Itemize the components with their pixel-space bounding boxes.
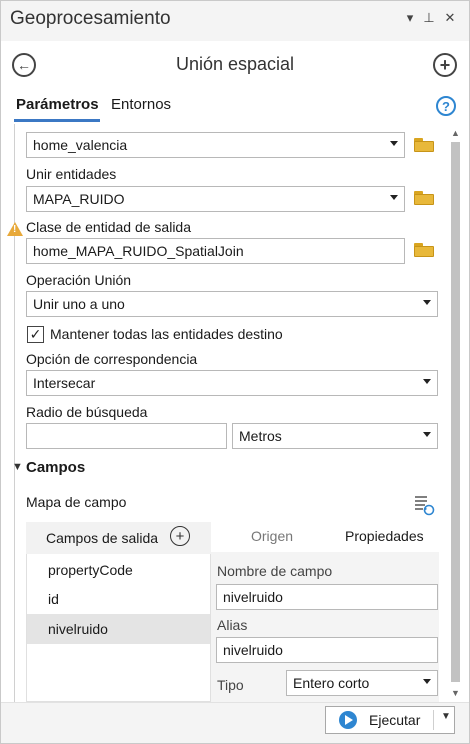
type-value: Entero corto [293,675,370,691]
match-option-select[interactable]: Intersecar [26,370,438,396]
fields-section-title[interactable]: Campos [26,459,85,476]
dropdown-arrow-icon [423,679,431,684]
type-select[interactable]: Entero corto [286,670,438,696]
close-icon[interactable]: ✕ [442,10,458,26]
search-radius-unit-value: Metros [239,428,282,444]
tool-title: Unión espacial [175,54,295,74]
join-features-label: Unir entidades [26,166,117,182]
tab-propiedades[interactable]: Propiedades [345,528,424,544]
field-name-input[interactable]: nivelruido [216,584,438,610]
tab-parametros[interactable]: Parámetros [16,96,99,113]
type-label: Tipo [217,677,244,693]
dropdown-arrow-icon [423,432,431,437]
join-operation-value: Unir uno a uno [33,296,125,312]
target-features-value: home_valencia [33,137,128,153]
plus-circle-icon[interactable]: + [433,53,457,77]
add-field-icon[interactable]: + [170,526,190,546]
content-left-divider [14,124,15,702]
join-operation-label: Operación Unión [26,272,132,288]
output-feature-class-label: Clase de entidad de salida [26,219,192,235]
folder-icon[interactable] [414,191,434,205]
scroll-up-icon[interactable]: ▲ [451,128,460,138]
field-name-value: nivelruido [223,589,283,605]
run-icon[interactable] [339,711,357,729]
pin-icon[interactable]: ⊥ [421,10,437,26]
field-map-options-icon[interactable] [413,494,435,516]
field-map-label: Mapa de campo [26,494,127,510]
alias-input[interactable]: nivelruido [216,637,438,663]
join-operation-select[interactable]: Unir uno a uno [26,291,438,317]
field-list-item[interactable]: id [48,591,59,607]
search-radius-unit-select[interactable]: Metros [232,423,438,449]
tab-entornos[interactable]: Entornos [111,96,171,113]
join-features-value: MAPA_RUIDO [33,191,125,207]
keep-all-label: Mantener todas las entidades destino [50,326,283,342]
alias-value: nivelruido [223,642,283,658]
active-tab-indicator [14,119,100,122]
help-icon[interactable]: ? [436,96,456,116]
dropdown-arrow-icon [423,300,431,305]
pane-title: Geoprocesamiento [10,8,171,29]
output-feature-class-input[interactable]: home_MAPA_RUIDO_SpatialJoin [26,238,405,264]
folder-icon[interactable] [414,243,434,257]
dropdown-arrow-icon [390,195,398,200]
warning-icon-mark: ! [13,224,17,235]
tab-origen[interactable]: Origen [251,528,293,544]
field-list-item-selected[interactable]: nivelruido [48,621,108,637]
run-options-chevron-icon[interactable]: ▼ [441,711,451,722]
match-option-value: Intersecar [33,375,96,391]
output-feature-class-value: home_MAPA_RUIDO_SpatialJoin [33,243,244,259]
keep-all-checkbox[interactable]: ✓ [27,326,44,343]
chevron-down-icon[interactable]: ▾ [402,10,418,26]
target-features-select[interactable]: home_valencia [26,132,405,158]
run-button-label[interactable]: Ejecutar [369,712,420,728]
scrollbar-thumb[interactable] [451,142,460,682]
alias-label: Alias [217,617,248,633]
chevron-down-icon[interactable]: ▼ [12,461,23,473]
scroll-down-icon[interactable]: ▼ [451,688,460,698]
dropdown-arrow-icon [390,141,398,146]
run-button-divider [433,710,434,730]
search-radius-label: Radio de búsqueda [26,404,148,420]
output-fields-header: Campos de salida [46,530,159,546]
folder-icon[interactable] [414,138,434,152]
dropdown-arrow-icon [423,379,431,384]
search-radius-input[interactable] [26,423,227,449]
join-features-select[interactable]: MAPA_RUIDO [26,186,405,212]
field-list-item[interactable]: propertyCode [48,562,133,578]
match-option-label: Opción de correspondencia [26,351,198,367]
field-name-label: Nombre de campo [217,563,333,579]
